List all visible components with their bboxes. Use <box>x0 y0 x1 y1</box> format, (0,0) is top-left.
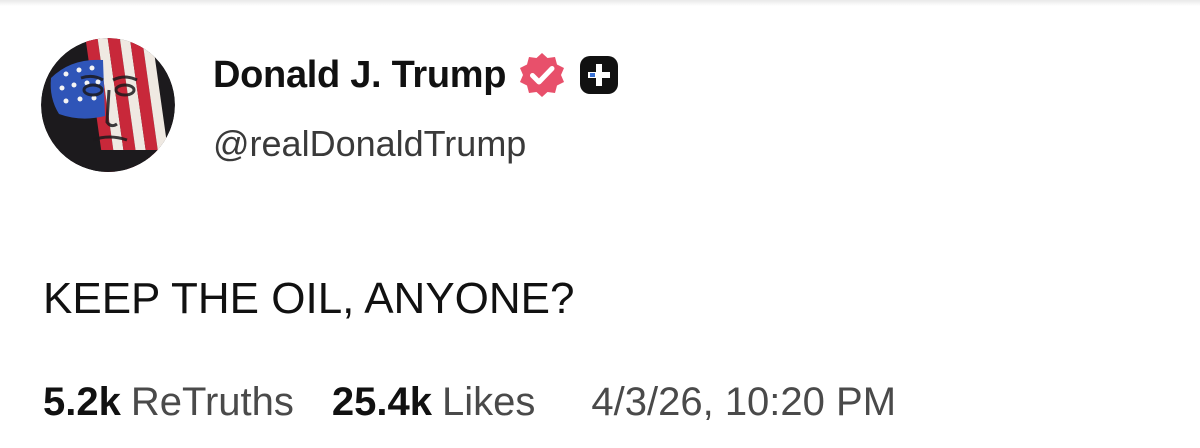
likes-stat[interactable]: 25.4k Likes <box>332 380 536 425</box>
author-name-row: Donald J. Trump <box>213 50 619 100</box>
plus-badge-icon <box>580 56 619 94</box>
retruths-label: ReTruths <box>130 380 294 424</box>
author-display-name[interactable]: Donald J. Trump <box>213 54 507 97</box>
post-stats: 5.2k ReTruths 25.4k Likes 4/3/26, 10:20 PM <box>43 380 896 425</box>
truth-post: Donald J. Trump @realDonaldTrump KEEP TH… <box>0 0 1200 448</box>
avatar[interactable] <box>41 38 175 172</box>
flag-face-avatar-icon <box>41 38 175 172</box>
post-timestamp[interactable]: 4/3/26, 10:20 PM <box>591 380 896 425</box>
author-handle[interactable]: @realDonaldTrump <box>213 123 526 165</box>
post-text: KEEP THE OIL, ANYONE? <box>43 274 575 323</box>
top-divider <box>0 0 1200 6</box>
retruths-count: 5.2k <box>43 380 121 424</box>
retruths-stat[interactable]: 5.2k ReTruths <box>43 380 294 425</box>
likes-count: 25.4k <box>331 380 432 424</box>
likes-label: Likes <box>441 380 536 424</box>
verified-check-icon <box>517 50 567 100</box>
